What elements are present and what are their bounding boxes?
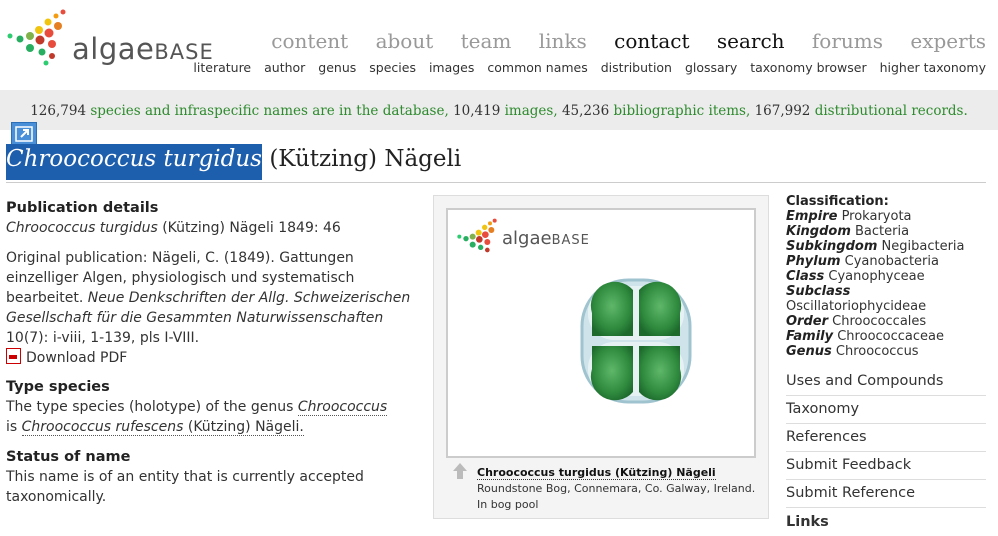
image-caption-title[interactable]: Chroococcus turgidus (Kützing) Nägeli xyxy=(477,466,716,480)
classification-heading: Classification: xyxy=(786,194,889,209)
nav-contact[interactable]: contact xyxy=(614,29,689,53)
expand-icon[interactable] xyxy=(11,122,37,146)
rank-kingdom[interactable]: Kingdom Bacteria xyxy=(786,224,986,239)
rank-order[interactable]: Order Chroococcales xyxy=(786,314,986,329)
details-column: Publication details Chroococcus turgidus… xyxy=(6,198,416,507)
image-caption-text: Roundstone Bog, Connemara, Co. Galway, I… xyxy=(477,482,756,511)
image-logo-text: algaeBASE xyxy=(502,228,590,249)
nav-experts[interactable]: experts xyxy=(910,29,986,53)
rank-empire[interactable]: Empire Prokaryota xyxy=(786,209,986,224)
pdf-icon xyxy=(6,348,21,364)
page-title: Chroococcus turgidus (Kützing) Nägeli xyxy=(6,144,462,180)
type-species-heading: Type species xyxy=(6,379,110,395)
subnav-species[interactable]: species xyxy=(369,60,416,75)
link-submit-feedback[interactable]: Submit Feedback xyxy=(786,452,986,480)
publication-heading: Publication details xyxy=(6,200,159,216)
link-submit-reference[interactable]: Submit Reference xyxy=(786,480,986,508)
logo-dots-icon xyxy=(7,9,66,66)
subnav-author[interactable]: author xyxy=(264,60,305,75)
link-uses-and-compounds[interactable]: Uses and Compounds xyxy=(786,368,986,396)
stat-dist-count: 167,992 xyxy=(754,103,811,119)
stat-images-link[interactable]: images, xyxy=(505,103,558,119)
publication-citation: Chroococcus turgidus (Kützing) Nägeli 18… xyxy=(6,220,341,236)
nav-about[interactable]: about xyxy=(376,29,434,53)
image-caption: Chroococcus turgidus (Kützing) Nägeli Ro… xyxy=(477,465,767,513)
database-stats-bar: 126,794 species and infraspecific names … xyxy=(0,90,998,130)
stat-biblio-link[interactable]: bibliographic items, xyxy=(613,103,750,119)
subnav-taxonomy-browser[interactable]: taxonomy browser xyxy=(750,60,866,75)
status-heading: Status of name xyxy=(6,449,131,465)
image-logo-dots-icon xyxy=(457,218,497,253)
download-pdf-link[interactable]: Download PDF xyxy=(6,348,416,368)
rank-subclass[interactable]: Subclass Oscillatoriophycideae xyxy=(786,284,986,314)
subnav-common-names[interactable]: common names xyxy=(487,60,587,75)
link-references[interactable]: References xyxy=(786,424,986,452)
links-heading: Links xyxy=(786,514,829,530)
nav-links[interactable]: links xyxy=(539,29,587,53)
nav-search[interactable]: search xyxy=(717,29,785,53)
title-divider xyxy=(6,182,986,183)
nav-forums[interactable]: forums xyxy=(812,29,883,53)
sub-nav: literature author genus species images c… xyxy=(184,60,986,75)
rank-class[interactable]: Class Cyanophyceae xyxy=(786,269,986,284)
classification-panel: Classification: Empire Prokaryota Kingdo… xyxy=(786,194,986,359)
type-species-link[interactable]: Chroococcus rufescens (Kützing) Nägeli. xyxy=(21,419,304,436)
nav-team[interactable]: team xyxy=(461,29,512,53)
side-links: Uses and Compounds Taxonomy References S… xyxy=(786,368,986,530)
type-genus-link[interactable]: Chroococcus xyxy=(297,399,388,416)
species-name-title: Chroococcus turgidus xyxy=(6,144,262,180)
species-image[interactable]: algaeBASE xyxy=(446,208,756,458)
micrograph-image xyxy=(580,278,692,404)
stat-species-link[interactable]: species and infraspecific names are in t… xyxy=(90,103,448,119)
stat-biblio-count: 45,236 xyxy=(561,103,610,119)
up-arrow-icon[interactable] xyxy=(452,462,468,480)
rank-subkingdom[interactable]: Subkingdom Negibacteria xyxy=(786,239,986,254)
subnav-literature[interactable]: literature xyxy=(193,60,251,75)
rank-genus[interactable]: Genus Chroococcus xyxy=(786,344,986,359)
status-text: This name is of an entity that is curren… xyxy=(6,469,364,505)
subnav-genus[interactable]: genus xyxy=(318,60,356,75)
subnav-higher-taxonomy[interactable]: higher taxonomy xyxy=(880,60,986,75)
stat-images-count: 10,419 xyxy=(453,103,501,119)
species-author-title: (Kützing) Nägeli xyxy=(269,146,462,172)
rank-phylum[interactable]: Phylum Cyanobacteria xyxy=(786,254,986,269)
stat-species-count: 126,794 xyxy=(30,103,87,119)
stat-dist-link[interactable]: distributional records. xyxy=(815,103,968,119)
subnav-glossary[interactable]: glossary xyxy=(685,60,737,75)
nav-content[interactable]: content xyxy=(271,29,348,53)
rank-family[interactable]: Family Chroococcaceae xyxy=(786,329,986,344)
original-publication: Original publication: Nägeli, C. (1849).… xyxy=(6,250,411,346)
type-species-text: The type species (holotype) of the genus… xyxy=(6,399,388,436)
subnav-images[interactable]: images xyxy=(429,60,474,75)
main-nav: content about team links contact search … xyxy=(250,29,986,53)
subnav-distribution[interactable]: distribution xyxy=(601,60,672,75)
link-taxonomy[interactable]: Taxonomy xyxy=(786,396,986,424)
